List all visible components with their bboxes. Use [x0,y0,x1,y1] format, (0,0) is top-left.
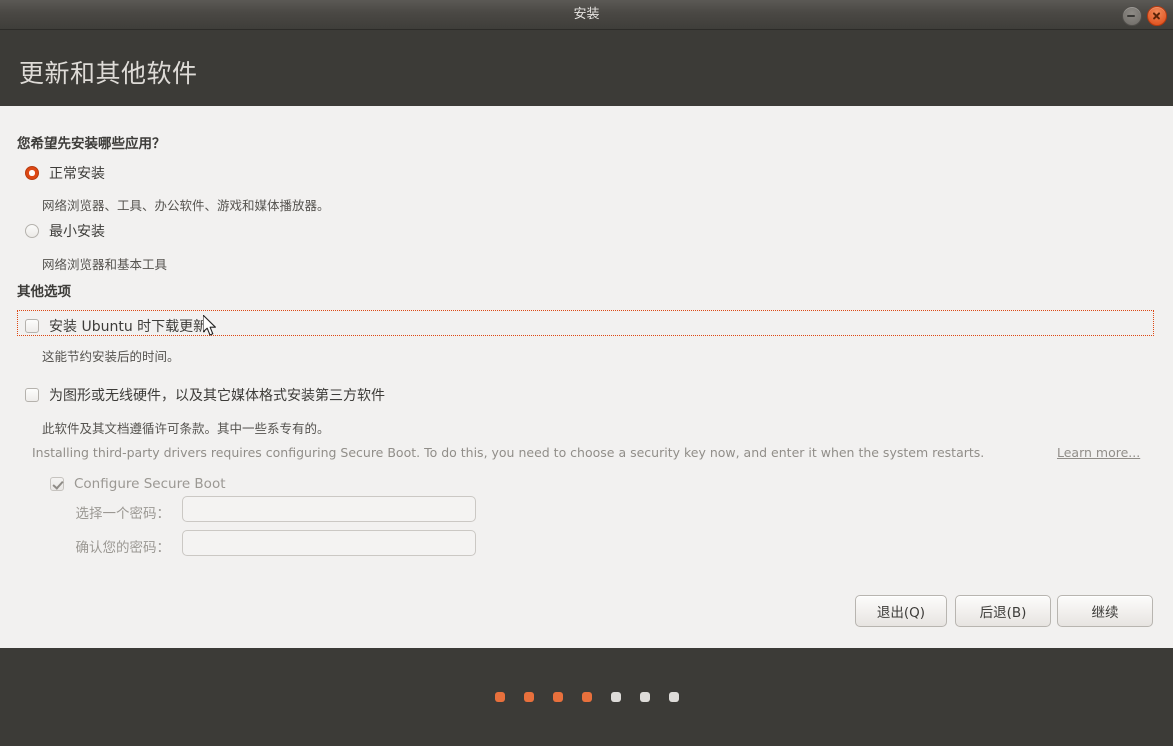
desc-minimal-install: 网络浏览器和基本工具 [42,257,168,272]
learn-more-link[interactable]: Learn more... [1057,445,1140,460]
checkbox-download-updates[interactable] [25,319,39,333]
page-header: 更新和其他软件 [0,30,1173,106]
desc-normal-install: 网络浏览器、工具、办公软件、游戏和媒体播放器。 [42,198,330,213]
page-title: 更新和其他软件 [19,59,198,88]
installer-window: 安装 更新和其他软件 您希望先安装哪些应用？ 正常安装 网络浏览器、工具、办公软… [0,0,1173,746]
input-choose-password[interactable] [182,496,476,522]
input-confirm-password[interactable] [182,530,476,556]
desc-third-party-software: 此软件及其文档遵循许可条款。其中一些系专有的。 [42,421,330,436]
secure-boot-note: Installing third-party drivers requires … [32,445,985,460]
window-controls [1122,6,1167,26]
radio-row-minimal-install[interactable]: 最小安装 [25,221,105,241]
progress-dot [610,692,621,702]
progress-dot [581,692,592,702]
checkbox-label-download-updates: 安装 Ubuntu 时下载更新 [49,319,208,335]
checkbox-row-download-updates[interactable]: 安装 Ubuntu 时下载更新 [25,316,207,336]
progress-dot [639,692,650,702]
window-title: 安装 [573,7,600,22]
progress-dot [494,692,505,702]
checkbox-label-configure-secure-boot: Configure Secure Boot [74,476,226,492]
radio-normal-install[interactable] [25,166,39,180]
other-options-title: 其他选项 [17,284,71,300]
desc-download-updates: 这能节约安装后的时间。 [42,349,180,364]
close-icon[interactable] [1147,6,1167,26]
radio-label-normal-install: 正常安装 [49,166,105,182]
progress-dot [523,692,534,702]
continue-button[interactable]: 继续 [1057,595,1153,627]
title-bar: 安装 [0,0,1173,30]
progress-dots [0,692,1173,702]
progress-dot [552,692,563,702]
checkbox-label-third-party-software: 为图形或无线硬件，以及其它媒体格式安装第三方软件 [49,388,385,404]
minimize-icon[interactable] [1122,6,1142,26]
back-button[interactable]: 后退(B) [955,595,1051,627]
radio-minimal-install[interactable] [25,224,39,238]
radio-label-minimal-install: 最小安装 [49,224,105,240]
label-choose-password: 选择一个密码： [75,506,171,522]
progress-dot [668,692,679,702]
checkbox-third-party-software[interactable] [25,388,39,402]
apps-question-label: 您希望先安装哪些应用？ [17,136,166,152]
main-content [0,106,1173,648]
radio-row-normal-install[interactable]: 正常安装 [25,163,105,183]
checkbox-configure-secure-boot [50,477,64,491]
checkbox-row-third-party[interactable]: 为图形或无线硬件，以及其它媒体格式安装第三方软件 [25,385,385,405]
label-confirm-password: 确认您的密码： [75,540,171,556]
quit-button[interactable]: 退出(Q) [855,595,947,627]
checkbox-row-configure-secure-boot: Configure Secure Boot [50,476,226,492]
